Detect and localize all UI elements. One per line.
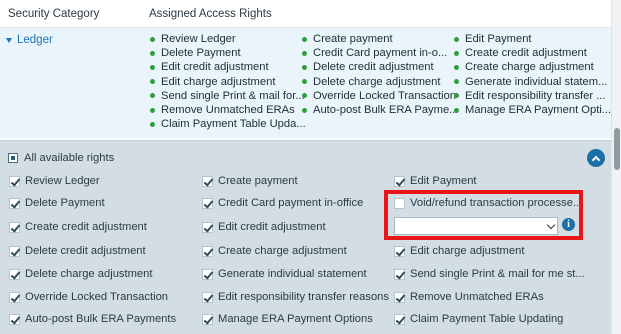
assigned-right: Edit responsibility transfer ... [454,89,611,103]
bullet-icon [454,79,459,85]
bullet-icon [302,50,307,56]
scrollbar-thumb[interactable] [614,128,620,170]
checkbox[interactable] [9,197,20,209]
right-checkbox-send-single-print-mail[interactable]: Send single Print & mail for me st... [394,268,585,280]
assigned-right: Delete charge adjustment [302,75,459,89]
assigned-right: Create credit adjustment [454,46,611,60]
assigned-right: Edit credit adjustment [150,60,306,74]
right-checkbox-auto-post-bulk-era[interactable]: Auto-post Bulk ERA Payments [9,313,176,325]
security-category-header: Security Category [8,8,100,20]
right-checkbox-claim-payment-table-updating[interactable]: Claim Payment Table Updating [394,313,563,325]
right-checkbox-edit-charge-adjustment[interactable]: Edit charge adjustment [394,245,524,257]
assigned-right: Override Locked Transaction [302,89,459,103]
checkbox[interactable] [394,245,405,257]
checkbox[interactable] [394,268,405,280]
table-header: Security Category Assigned Access Rights [0,0,611,28]
right-checkbox-remove-unmatched-eras[interactable]: Remove Unmatched ERAs [394,291,544,303]
bullet-icon [150,64,155,70]
assigned-right: Edit charge adjustment [150,75,306,89]
checkbox[interactable] [9,175,20,187]
right-checkbox-review-ledger[interactable]: Review Ledger [9,175,100,187]
vertical-scrollbar[interactable] [611,0,621,334]
bullet-icon [150,121,155,127]
bullet-icon [302,64,307,70]
checkbox[interactable] [202,221,213,233]
checkbox[interactable] [9,221,20,233]
assigned-right: Delete credit adjustment [302,60,459,74]
all-available-rights-toggle[interactable]: All available rights [8,152,114,164]
checkbox[interactable] [9,268,20,280]
assigned-right: Manage ERA Payment Opti... [454,103,611,117]
checkbox[interactable] [202,197,213,209]
checkbox[interactable] [202,245,213,257]
assigned-right: Edit Payment [454,32,611,46]
checkbox[interactable] [202,268,213,280]
assigned-right: Create charge adjustment [454,60,611,74]
checkbox[interactable] [394,175,405,187]
bullet-icon [150,93,155,99]
all-rights-label: All available rights [24,152,115,164]
assigned-right: Credit Card payment in-o... [302,46,459,60]
assigned-rights-column-3: Edit Payment Create credit adjustment Cr… [454,32,611,117]
checkbox[interactable] [394,313,405,325]
bullet-icon [150,50,155,56]
all-rights-checkbox[interactable] [8,153,18,163]
assigned-rights-column-1: Review Ledger Delete Payment Edit credit… [150,32,306,131]
bullet-icon [150,79,155,85]
bullet-icon [454,50,459,56]
right-checkbox-create-credit-adjustment[interactable]: Create credit adjustment [9,221,147,233]
assigned-right: Generate individual statem... [454,75,611,89]
bullet-icon [302,107,307,113]
bullet-icon [150,36,155,42]
right-checkbox-create-payment[interactable]: Create payment [202,175,298,187]
right-checkbox-edit-credit-adjustment[interactable]: Edit credit adjustment [202,221,326,233]
checkbox[interactable] [9,313,20,325]
category-label: Ledger [17,34,53,46]
highlight-annotation-box [384,190,583,240]
assigned-access-rights-header: Assigned Access Rights [149,8,272,20]
ledger-row: Ledger Review Ledger Delete Payment Edit… [0,28,611,138]
assigned-right: Delete Payment [150,46,306,60]
checkbox[interactable] [9,291,20,303]
bullet-icon [302,36,307,42]
right-checkbox-generate-individual-statement[interactable]: Generate individual statement [202,268,367,280]
bullet-icon [302,79,307,85]
assigned-right: Create payment [302,32,459,46]
chevron-up-icon [591,155,601,164]
checkbox[interactable] [202,175,213,187]
right-checkbox-delete-charge-adjustment[interactable]: Delete charge adjustment [9,268,153,280]
bullet-icon [454,107,459,113]
right-checkbox-delete-payment[interactable]: Delete Payment [9,197,105,209]
assigned-right: Remove Unmatched ERAs [150,103,306,117]
right-checkbox-edit-payment[interactable]: Edit Payment [394,175,477,187]
right-checkbox-delete-credit-adjustment[interactable]: Delete credit adjustment [9,245,146,257]
right-checkbox-credit-card-payment[interactable]: Credit Card payment in-office [202,197,363,209]
bullet-icon [454,36,459,42]
right-checkbox-create-charge-adjustment[interactable]: Create charge adjustment [202,245,347,257]
assigned-right: Auto-post Bulk ERA Payme... [302,103,459,117]
assigned-right: Claim Payment Table Upda... [150,117,306,131]
right-checkbox-edit-responsibility-transfer[interactable]: Edit responsibility transfer reasons [202,291,389,303]
caret-down-icon [6,37,12,43]
right-checkbox-manage-era-payment-options[interactable]: Manage ERA Payment Options [202,313,373,325]
bullet-icon [454,93,459,99]
assigned-rights-column-2: Create payment Credit Card payment in-o.… [302,32,459,117]
assigned-right: Send single Print & mail for... [150,89,306,103]
checkbox[interactable] [202,313,213,325]
checkbox[interactable] [394,291,405,303]
right-checkbox-override-locked-transaction[interactable]: Override Locked Transaction [9,291,168,303]
collapse-button[interactable] [587,149,605,167]
bullet-icon [302,93,307,99]
assigned-right: Review Ledger [150,32,306,46]
bullet-icon [454,64,459,70]
checkbox[interactable] [9,245,20,257]
category-ledger-toggle[interactable]: Ledger [6,34,53,46]
bullet-icon [150,107,155,113]
checkbox[interactable] [202,291,213,303]
